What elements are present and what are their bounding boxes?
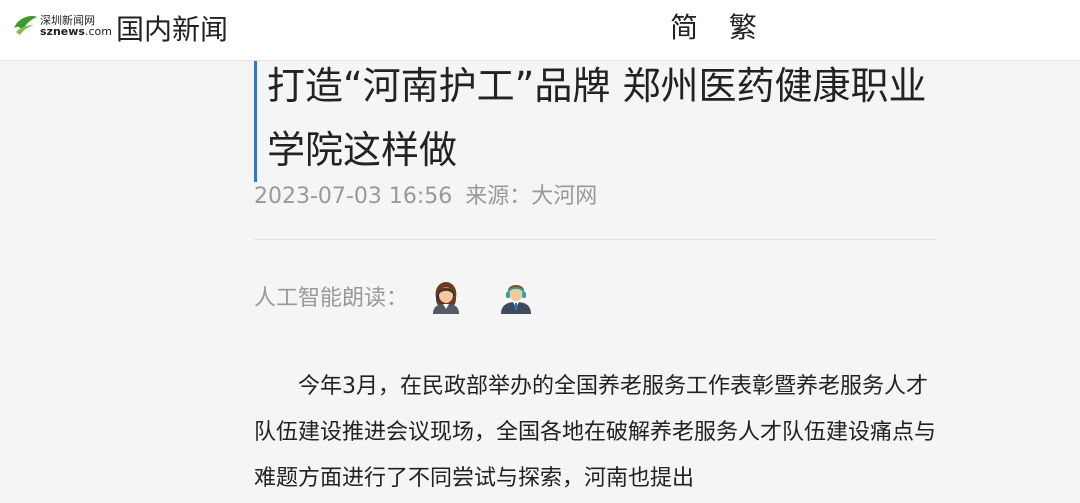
traditional-chinese-button[interactable]: 繁 <box>729 6 757 46</box>
source-name: 大河网 <box>531 184 598 209</box>
logo-domain-text: sznews.com <box>40 25 112 38</box>
simplified-chinese-button[interactable]: 简 <box>670 6 698 46</box>
ai-reading-label: 人工智能朗读： <box>254 286 409 311</box>
divider <box>254 239 936 240</box>
female-announcer-icon[interactable] <box>428 278 464 314</box>
leaf-logo-icon <box>14 16 37 35</box>
article-body-paragraph: 今年3月，在民政部举办的全国养老服务工作表彰暨养老服务人才队伍建设推进会议现场，… <box>254 374 937 491</box>
male-announcer-icon[interactable] <box>498 278 534 314</box>
article-meta: 2023-07-03 16:56 来源：大河网 <box>254 178 597 210</box>
section-title: 国内新闻 <box>116 13 229 46</box>
publish-date: 2023-07-03 16:56 <box>254 184 453 209</box>
site-logo[interactable]: 深圳新闻网 sznews.com <box>12 12 112 40</box>
source-label: 来源： <box>465 184 532 209</box>
top-navigation-bar: 深圳新闻网 sznews.com 国内新闻 简 繁 <box>0 0 1080 61</box>
article-title: 打造“河南护工”品牌 郑州医药健康职业学院这样做 <box>254 42 944 182</box>
language-switch: 简 繁 <box>670 6 757 46</box>
ai-reading-bar: 人工智能朗读： <box>254 278 534 314</box>
